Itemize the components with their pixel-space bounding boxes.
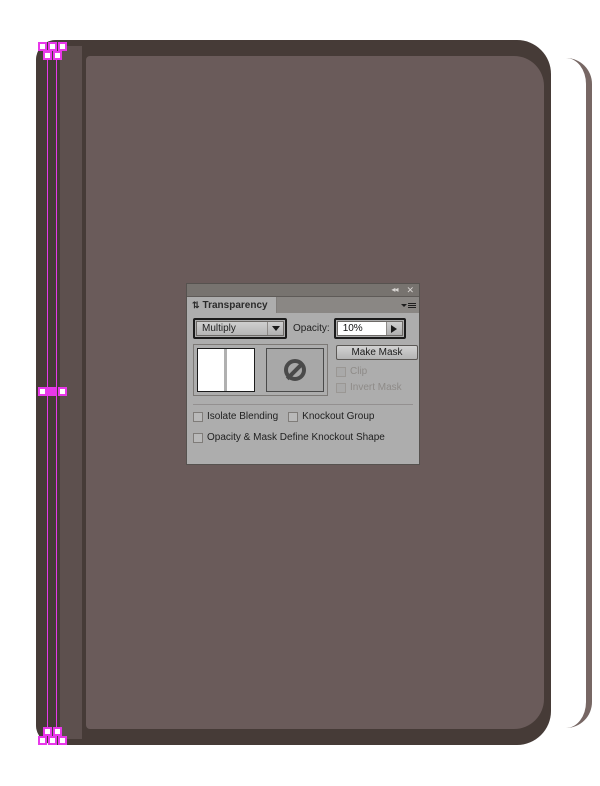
anchor-point[interactable] [48,736,57,745]
clip-checkbox [336,366,346,377]
collapse-panel-icon[interactable]: ◂◂ [391,286,398,294]
anchor-point[interactable] [38,42,47,51]
isolate-blending-row[interactable]: Isolate Blending [193,411,278,422]
notebook-spine-crease [82,46,86,739]
anchor-point-selected[interactable] [48,387,57,396]
blend-mode-select[interactable]: Multiply [196,321,284,336]
artwork-thumbnail[interactable] [197,348,255,392]
chevron-down-icon[interactable] [267,322,283,335]
illustrator-canvas: ◂◂ ✕ ⇅ Transparency Multiply Opacity: 10… [0,0,600,786]
transparency-panel[interactable]: ◂◂ ✕ ⇅ Transparency Multiply Opacity: 10… [186,283,420,465]
isolate-blending-label: Isolate Blending [207,411,279,422]
opacity-focus-ring: 10% [333,318,406,339]
opacity-label: Opacity: [293,323,330,334]
blend-mode-focus-ring: Multiply [193,318,287,339]
anchor-point[interactable] [53,727,62,736]
knockout-group-label: Knockout Group [302,411,375,422]
opacity-mask-knockout-label: Opacity & Mask Define Knockout Shape [207,432,385,443]
anchor-point[interactable] [58,387,67,396]
knockout-group-checkbox[interactable] [288,411,299,422]
isolate-blending-checkbox[interactable] [193,411,203,422]
opacity-mask-knockout-row[interactable]: Opacity & Mask Define Knockout Shape [193,432,413,443]
clip-label: Clip [350,366,368,377]
panel-titlebar[interactable]: ◂◂ ✕ [187,284,419,297]
panel-tab-row: ⇅ Transparency [187,297,419,313]
anchor-point[interactable] [43,51,52,60]
clip-checkbox-row: Clip [336,366,418,377]
tab-transparency[interactable]: ⇅ Transparency [187,297,277,313]
panel-body: Multiply Opacity: 10% Make Mask Clip Inv… [187,313,419,443]
panel-menu-icon[interactable] [401,300,416,310]
mask-thumbnail[interactable] [266,348,324,392]
invert-mask-label: Invert Mask [350,382,402,393]
make-mask-button[interactable]: Make Mask [336,345,418,360]
tab-grip-icon: ⇅ [192,299,200,310]
invert-mask-checkbox [336,382,346,393]
thumbnail-group [193,344,328,396]
opacity-value: 10% [342,323,363,334]
make-mask-label: Make Mask [351,347,403,358]
anchor-point[interactable] [53,51,62,60]
blend-opacity-row: Multiply Opacity: 10% [193,318,413,339]
opacity-mask-knockout-checkbox[interactable] [193,432,203,443]
mask-row: Make Mask Clip Invert Mask [193,344,418,405]
anchor-point[interactable] [43,727,52,736]
close-icon[interactable]: ✕ [406,285,414,295]
blend-mode-value: Multiply [202,323,236,334]
options-section: Isolate Blending Knockout Group Opacity … [193,405,413,443]
anchor-point[interactable] [38,387,47,396]
opacity-input[interactable]: 10% [336,321,403,336]
anchor-point[interactable] [48,42,57,51]
anchor-point[interactable] [58,736,67,745]
tab-label: Transparency [202,299,268,311]
no-symbol-icon [284,359,306,381]
invert-mask-checkbox-row: Invert Mask [336,382,418,393]
anchor-point[interactable] [58,42,67,51]
panel-menu-caret-icon [401,303,407,307]
caret-right-icon[interactable] [385,322,402,335]
notebook-edge-highlight [566,58,592,728]
artwork-thumbnail-stripe [224,349,227,391]
options-row-1: Isolate Blending Knockout Group [193,411,413,427]
knockout-group-row[interactable]: Knockout Group [288,411,374,422]
panel-menu-lines-icon [408,302,416,308]
thumbnail-spacer [255,345,266,395]
anchor-point[interactable] [38,736,47,745]
mask-controls: Make Mask Clip Invert Mask [336,344,418,398]
